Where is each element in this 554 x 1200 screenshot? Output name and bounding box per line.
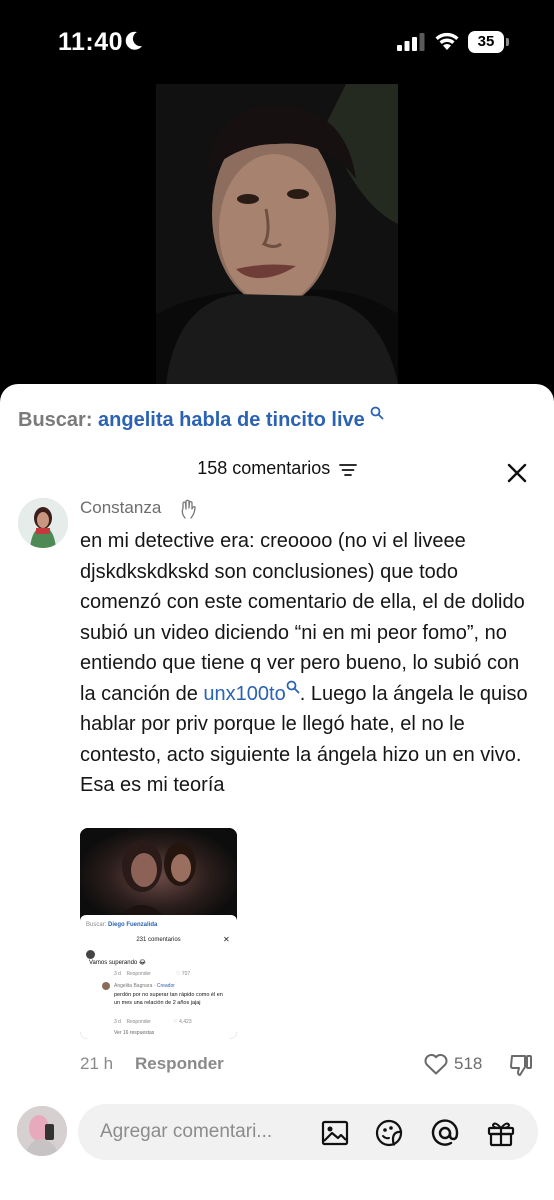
comment-author[interactable]: Constanza [80,498,161,518]
dislike-icon[interactable] [508,1052,534,1078]
gift-icon[interactable] [486,1118,516,1148]
reply-button[interactable]: Responder [135,1054,224,1074]
attachment-search-label: Buscar: [86,922,107,928]
attachment-reply-author: Angelita Bagnara · Creador [114,983,175,989]
attachment-photo [120,840,196,916]
battery-tip [506,38,509,46]
comment-body: en mi detective era: creoooo (no vi el l… [80,526,540,801]
mention-icon[interactable] [430,1118,460,1148]
attachment-reply-meta-reply: Responder [126,1019,151,1025]
sort-filter-icon[interactable] [338,463,357,477]
commenter-avatar[interactable] [18,498,68,548]
attachment-video-frame [80,828,237,916]
search-query-link[interactable]: angelita habla de tincito live [98,409,365,431]
attachment-reply-avatar [102,982,110,990]
search-icon [370,406,384,420]
avatar-image [18,498,68,548]
signal-icon [397,33,425,51]
moon-icon [125,31,142,50]
video-player[interactable] [156,84,398,384]
inline-search-link[interactable]: unx100to [203,680,300,705]
attachment-reply-meta-ago: 3 d [114,1019,121,1025]
attachment-first-meta-likes: 707 [181,971,191,977]
comments-header: 158 comentarios [0,458,554,488]
image-icon[interactable] [320,1118,350,1148]
attachment-search: Buscar: Diego Fuenzalida [86,922,157,928]
attachment-first-meta: 3 d Responder ♡ 707 [114,971,191,977]
comments-count: 158 comentarios [197,458,331,478]
attachment-more-replies: Ver 16 respuestas [114,1030,155,1036]
battery-level: 35 [468,31,504,53]
comment-composer-bar: Agregar comentari... [0,1096,554,1200]
comment-input[interactable]: Agregar comentari... [78,1104,538,1160]
attachment-search-query: Diego Fuenzalida [108,922,158,928]
search-suggestion[interactable]: Buscar: angelita habla de tincito live [18,406,384,432]
like-count: 518 [454,1054,483,1073]
comment-input-placeholder: Agregar comentari... [100,1121,273,1142]
attachment-avatar [86,950,95,959]
status-time: 11:40 [58,28,124,56]
search-label: Buscar: [18,409,93,431]
user-avatar[interactable] [17,1106,67,1156]
video-frame-image [156,84,398,384]
attachment-comments-panel: Buscar: Diego Fuenzalida 231 comentarios… [80,915,237,1039]
status-bar: 11:40 35 [0,0,554,84]
comment-time-ago: 21 h [80,1054,114,1073]
attachment-first-meta-ago: 3 d [114,971,121,977]
search-icon [286,680,300,693]
heart-icon[interactable] [423,1052,449,1076]
comments-sheet: Buscar: angelita habla de tincito live 1… [0,384,554,1200]
user-avatar-image [17,1106,67,1156]
comment-text-part1: en mi detective era: creoooo (no vi el l… [80,530,525,705]
attachment-reply-author-name: Angelita Bagnara [114,983,153,989]
battery-indicator: 35 [468,31,510,53]
attachment-reply-text: perdón por no superar tan rápido como él… [114,992,223,1006]
attachment-first-comment: Vamos superando 😂 [89,960,146,966]
attachment-reply-meta: 3 d Responder ♡ 4,423 [114,1019,192,1025]
attachment-close-icon: ✕ [223,935,230,944]
wifi-icon [435,32,459,50]
sticker-icon[interactable] [374,1118,404,1148]
attachment-reply-badge: Creador [156,983,175,989]
inline-link-text: unx100to [203,682,286,705]
hand-wave-icon [181,499,196,519]
attachment-reply-meta-likes: 4,423 [179,1019,192,1025]
comment-image-attachment[interactable]: Buscar: Diego Fuenzalida 231 comentarios… [80,828,237,1039]
comment-meta-row: 21 h Responder 518 [80,1054,540,1080]
attachment-comments-count: 231 comentarios [136,937,181,943]
close-icon[interactable] [506,462,528,484]
attachment-first-meta-reply: Responder [126,971,151,977]
